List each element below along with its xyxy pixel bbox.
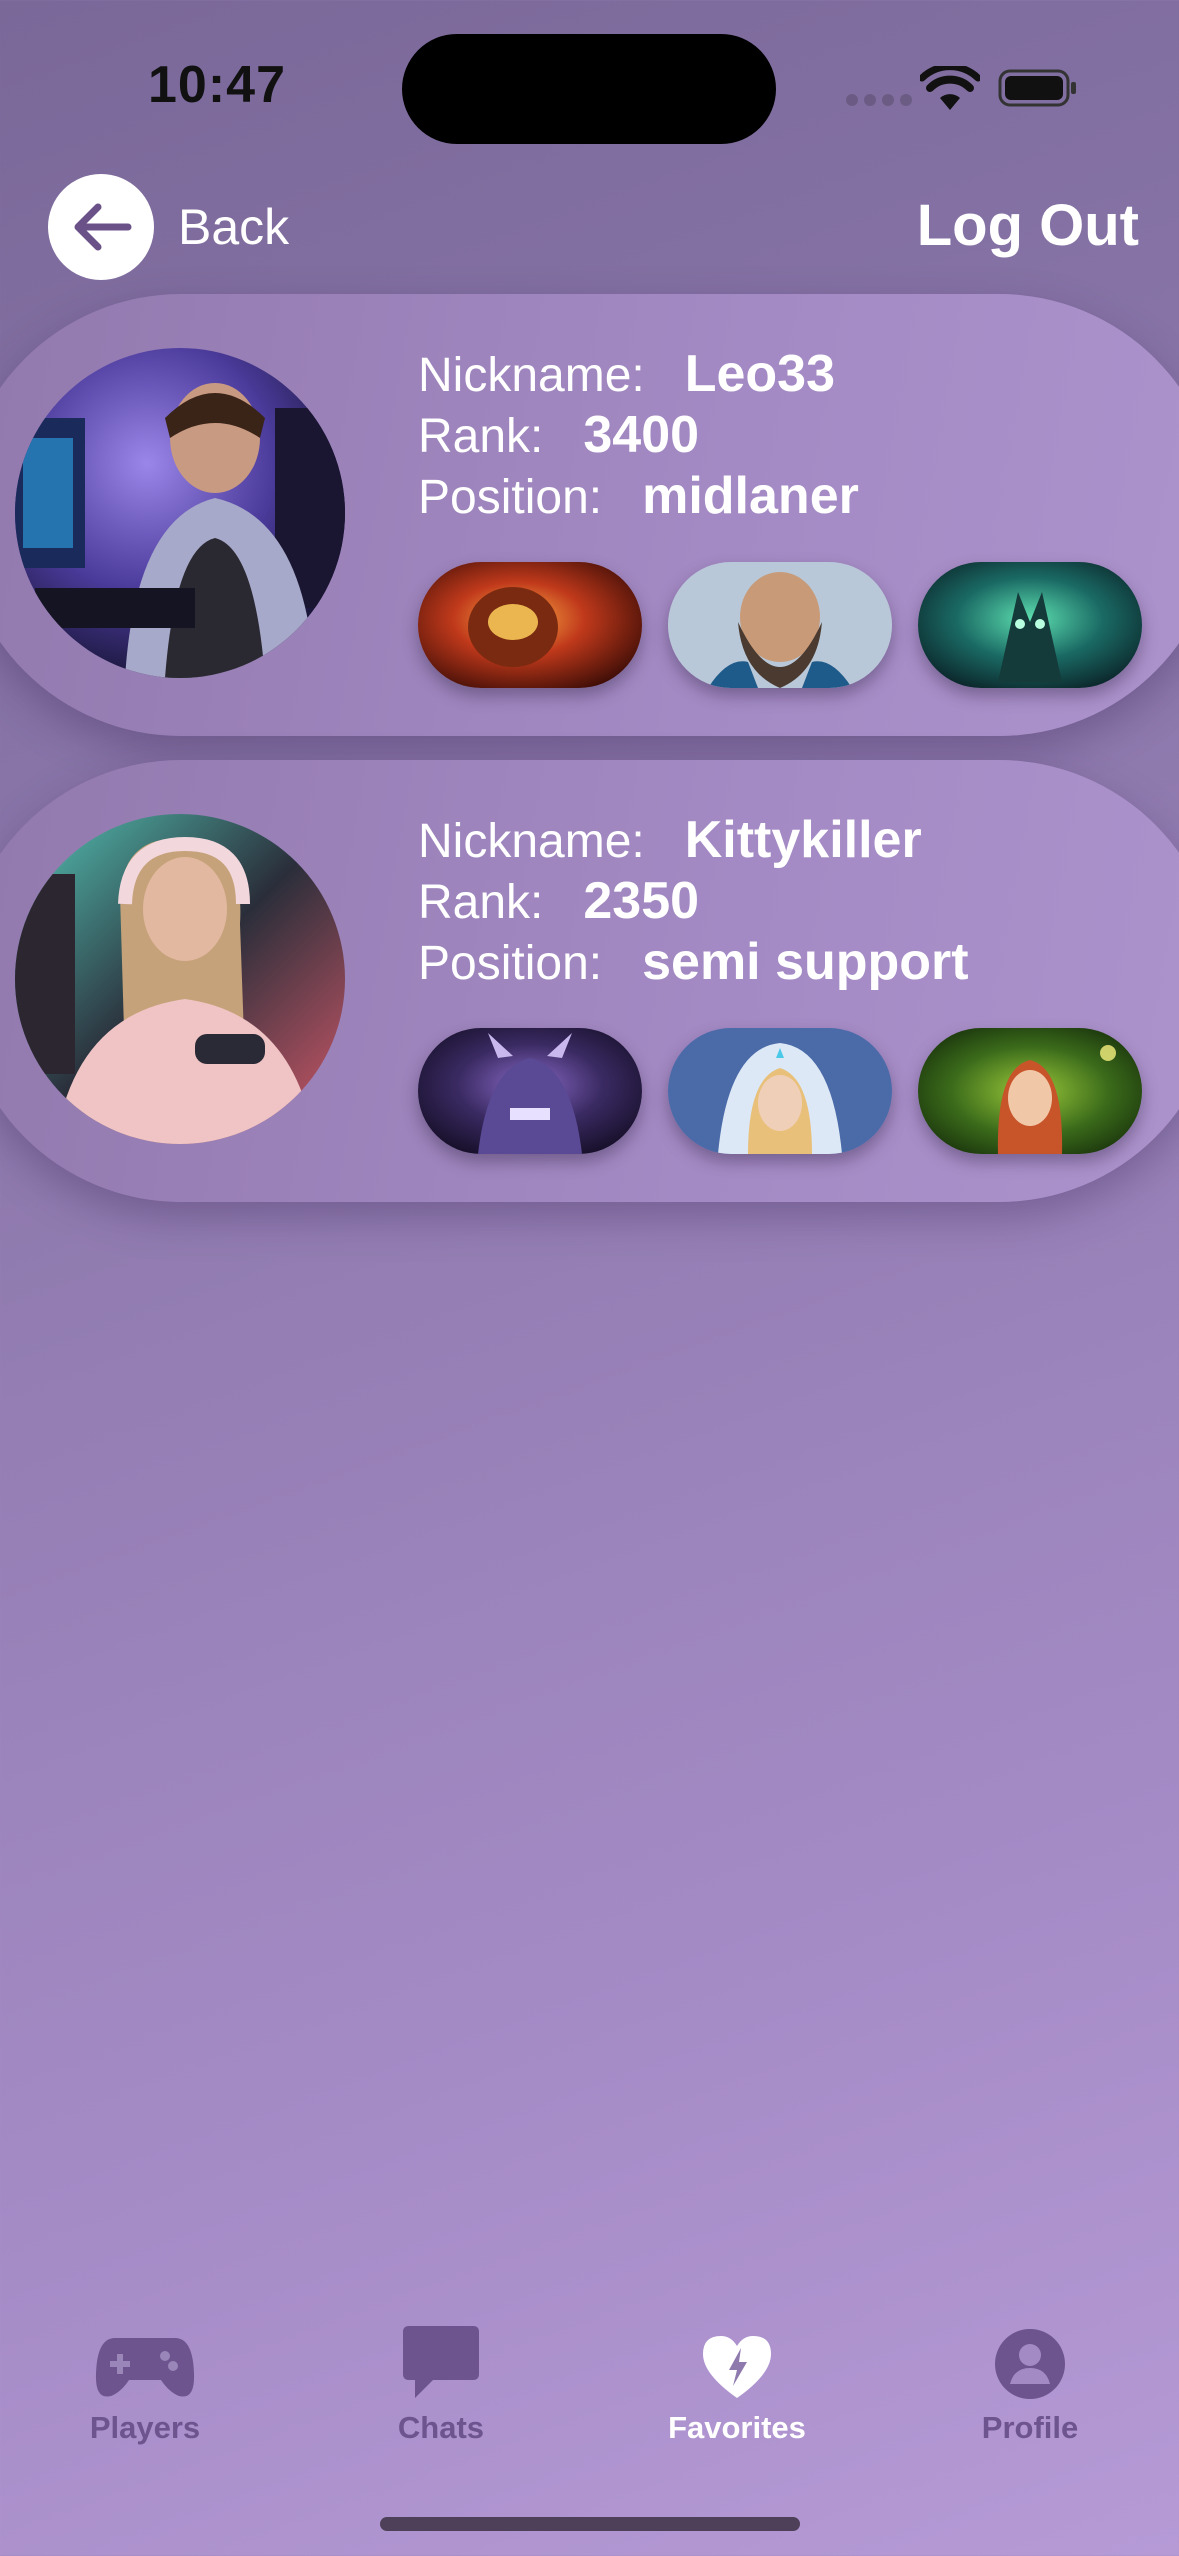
gamepad-icon (95, 2338, 195, 2397)
dynamic-island (402, 34, 776, 144)
rank-label: Rank: (418, 876, 544, 929)
rank-label: Rank: (418, 410, 544, 463)
heart-bolt-icon (703, 2336, 771, 2398)
logout-button[interactable]: Log Out (917, 192, 1139, 259)
tab-profile[interactable]: Profile (920, 2320, 1140, 2446)
hero-portrait-enchantress[interactable] (918, 1028, 1142, 1154)
chat-bubble-icon (403, 2326, 479, 2398)
player-avatar (15, 814, 345, 1144)
player-position: semi support (642, 933, 969, 991)
nickname-label: Nickname: (418, 349, 645, 402)
player-card[interactable]: Nickname: Kittykiller Rank: 2350 Position:… (0, 760, 1179, 1202)
battery-icon (998, 69, 1076, 107)
tab-players[interactable]: Players (35, 2320, 255, 2446)
hero-portrait-crystal-maiden[interactable] (668, 1028, 892, 1154)
arrow-left-icon (74, 203, 132, 251)
player-rank: 2350 (583, 872, 700, 930)
hero-portrait-kunkka[interactable] (668, 562, 892, 688)
player-nickname: Kittykiller (684, 811, 922, 869)
tab-favorites-label: Favorites (668, 2410, 806, 2445)
player-rank: 3400 (583, 406, 700, 464)
player-nickname: Leo33 (684, 345, 836, 403)
position-label: Position: (418, 471, 603, 524)
tab-chats[interactable]: Chats (331, 2320, 551, 2446)
cellular-signal-icon (846, 94, 912, 106)
player-avatar (15, 348, 345, 678)
tab-favorites[interactable]: Favorites (627, 2320, 847, 2446)
hero-portrait-undying[interactable] (918, 562, 1142, 688)
player-position: midlaner (642, 467, 859, 525)
tab-profile-label: Profile (981, 2410, 1079, 2445)
hero-portrait-ember[interactable] (418, 562, 642, 688)
player-card[interactable]: Nickname: Leo33 Rank: 3400 Position: midlan… (0, 294, 1179, 736)
wifi-icon (920, 66, 980, 110)
position-label: Position: (418, 937, 603, 990)
home-indicator[interactable] (380, 2517, 800, 2531)
hero-portrait-spectre[interactable] (418, 1028, 642, 1154)
status-time: 10:47 (148, 56, 286, 114)
tab-players-label: Players (89, 2410, 201, 2445)
tab-chats-label: Chats (397, 2410, 485, 2445)
back-button[interactable] (48, 174, 154, 280)
person-circle-icon (995, 2329, 1065, 2399)
back-label[interactable]: Back (178, 198, 289, 256)
nickname-label: Nickname: (418, 815, 645, 868)
